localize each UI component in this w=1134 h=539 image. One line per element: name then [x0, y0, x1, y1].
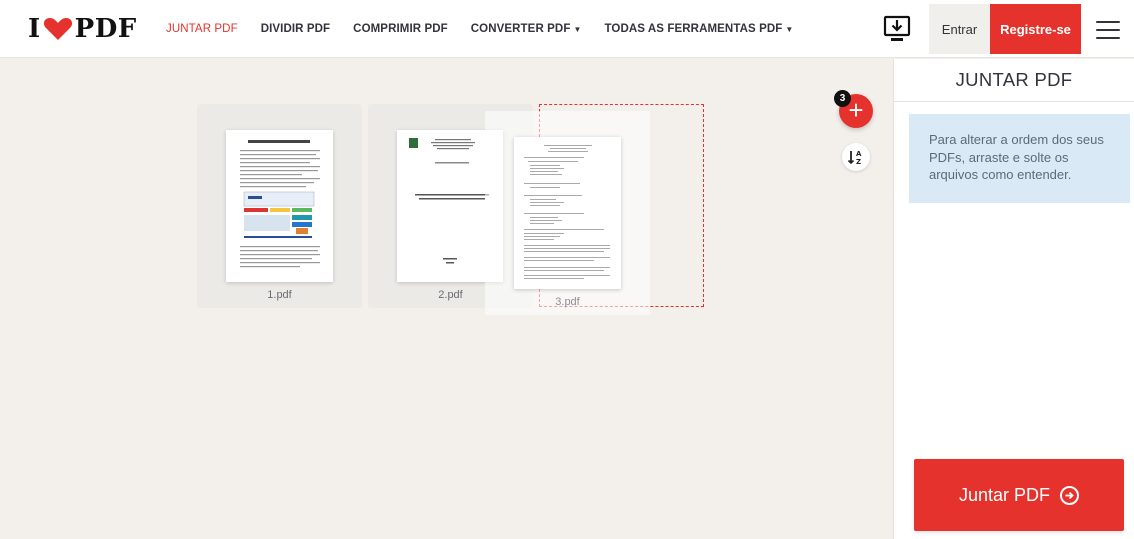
menu-line [1096, 21, 1120, 23]
logo-text-left: I [28, 14, 41, 44]
sidebar-title: JUNTAR PDF [955, 69, 1073, 90]
svg-text:Z: Z [856, 158, 861, 166]
ilovepdf-logo[interactable]: I PDF [28, 14, 137, 44]
file-name: 1.pdf [267, 289, 292, 301]
nav-item-label: JUNTAR PDF [166, 23, 238, 35]
nav-item-dividir-pdf[interactable]: DIVIDIR PDF [261, 23, 330, 35]
info-message: Para alterar a ordem dos seus PDFs, arra… [909, 114, 1130, 203]
svg-text:A: A [856, 150, 862, 158]
arrow-circle-right-icon [1060, 485, 1080, 505]
menu-line [1096, 37, 1120, 39]
merge-button-label: Juntar PDF [958, 484, 1051, 505]
nav-item-converter-pdf[interactable]: CONVERTER PDF ▼ [471, 23, 582, 35]
logo-text-right: PDF [74, 14, 137, 44]
nav-item-todas-ferramentas[interactable]: TODAS AS FERRAMENTAS PDF ▼ [604, 23, 793, 35]
file-name: 3.pdf [555, 296, 580, 308]
pdf-thumbnail [514, 137, 621, 289]
desktop-app-button[interactable] [880, 12, 914, 46]
menu-line [1096, 29, 1120, 31]
desktop-download-icon [883, 15, 911, 41]
pdf-thumbnail [226, 130, 333, 282]
pdf-page-preview [524, 145, 610, 279]
nav-item-label: DIVIDIR PDF [260, 23, 331, 35]
file-workspace: 1.pdf 2.pdf 3.pdf + 3 A Z [0, 59, 893, 539]
main-nav: JUNTAR PDF DIVIDIR PDF COMPRIMIR PDF CON… [166, 0, 816, 58]
heart-icon [43, 18, 72, 40]
nav-item-comprimir-pdf[interactable]: COMPRIMIR PDF [353, 23, 448, 35]
file-count-badge: 3 [834, 90, 851, 107]
caret-down-icon: ▼ [785, 25, 794, 34]
merge-pdf-button[interactable]: Juntar PDF [914, 459, 1124, 531]
divider [894, 101, 1134, 102]
nav-item-label: TODAS AS FERRAMENTAS PDF [604, 23, 783, 35]
sort-alpha-icon: A Z [847, 150, 862, 166]
file-card-dragging[interactable]: 3.pdf [485, 111, 650, 315]
top-navigation-bar: I PDF JUNTAR PDF DIVIDIR PDF COMPRIMIR P… [0, 0, 1134, 58]
tool-sidebar: JUNTAR PDF Para alterar a ordem dos seus… [893, 59, 1134, 539]
nav-item-label: CONVERTER PDF [470, 23, 571, 35]
nav-item-label: COMPRIMIR PDF [353, 23, 448, 35]
file-card[interactable]: 1.pdf [197, 104, 362, 308]
hamburger-menu-icon[interactable] [1096, 19, 1120, 41]
register-button[interactable]: Registre-se [990, 4, 1081, 54]
nav-item-juntar-pdf[interactable]: JUNTAR PDF [166, 23, 238, 35]
login-button[interactable]: Entrar [929, 4, 990, 54]
sort-button[interactable]: A Z [842, 143, 870, 171]
pdf-page-preview [240, 140, 320, 268]
caret-down-icon: ▼ [573, 25, 582, 34]
